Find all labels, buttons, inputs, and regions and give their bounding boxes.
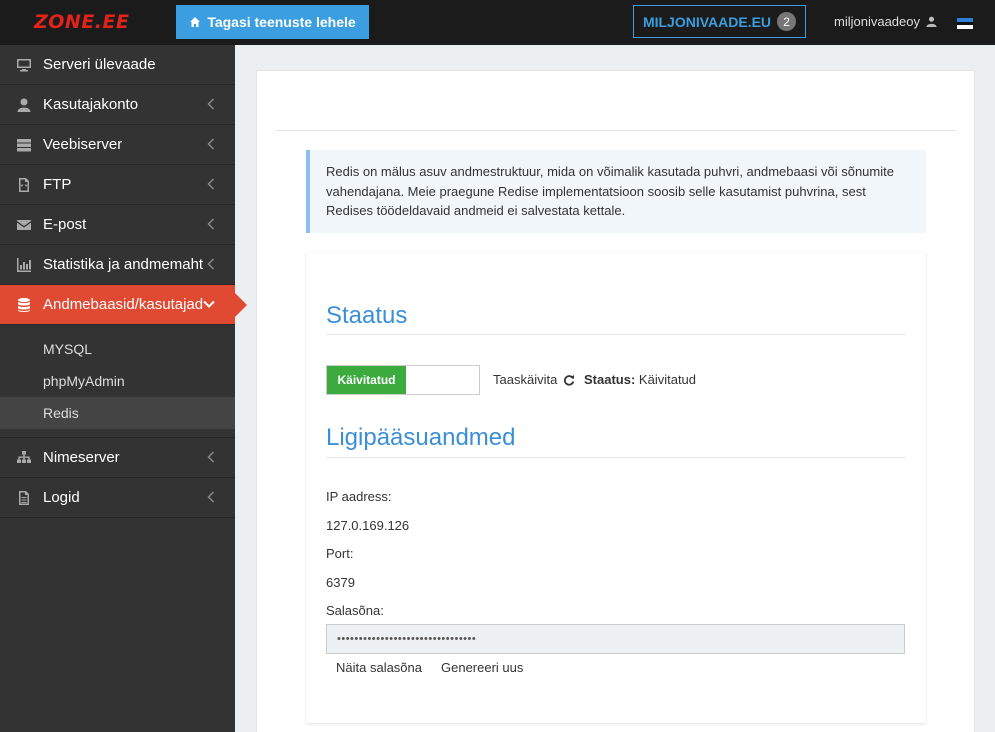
refresh-icon <box>564 374 575 386</box>
sidebar-item-label: Serveri ülevaade <box>43 56 156 73</box>
sidebar-item-label: Statistika ja andmemaht <box>43 256 204 273</box>
show-password-button[interactable]: Näita salasõna <box>336 660 422 675</box>
submenu-item-mysql[interactable]: MYSQL <box>0 333 235 365</box>
chevron-left-icon <box>207 491 215 503</box>
status-heading-line <box>326 334 906 335</box>
password-field[interactable]: •••••••••••••••••••••••••••••••• <box>326 624 905 654</box>
password-label: Salasõna: <box>326 603 384 618</box>
sidebar-item-databases[interactable]: Andmebaasid/kasutajad <box>0 285 247 325</box>
sidebar-item-ftp[interactable]: FTP <box>0 165 235 205</box>
sidebar-item-statistics[interactable]: Statistika ja andmemaht <box>0 245 235 285</box>
toggle-on-label: Käivitatud <box>327 366 406 394</box>
status-heading: Staatus <box>326 302 408 329</box>
submenu-item-phpmyadmin[interactable]: phpMyAdmin <box>0 365 235 397</box>
redis-status-toggle[interactable]: Käivitatud <box>326 365 480 395</box>
redis-info-box: Redis on mälus asuv andmestruktuur, mida… <box>306 150 926 233</box>
status-readout: Staatus: Käivitatud <box>584 372 696 387</box>
sitemap-icon <box>17 450 31 463</box>
chevron-left-icon <box>207 98 215 110</box>
username: miljonivaadeoy <box>834 14 920 29</box>
back-to-services-button[interactable]: Tagasi teenuste lehele <box>176 5 369 39</box>
sidebar-item-label: E-post <box>43 216 87 233</box>
sidebar-item-label: Veebiserver <box>43 136 123 153</box>
sidebar-item-server-overview[interactable]: Serveri ülevaade <box>0 45 235 85</box>
ip-value: 127.0.169.126 <box>326 518 410 533</box>
sidebar-item-label: Logid <box>43 489 80 506</box>
chevron-left-icon <box>207 258 215 270</box>
chevron-left-icon <box>207 178 215 190</box>
restart-button[interactable]: Taaskäivita <box>493 372 575 387</box>
user-menu[interactable]: miljonivaadeoy <box>834 14 937 29</box>
domain-selector-button[interactable]: MILJONIVAADE.EU 2 <box>633 5 806 38</box>
sidebar-item-label: FTP <box>43 176 72 193</box>
access-heading: Ligipääsuandmed <box>326 424 516 451</box>
sidebar-item-webserver[interactable]: Veebiserver <box>0 125 235 165</box>
ip-label: IP aadress: <box>326 489 392 504</box>
submenu-item-redis[interactable]: Redis <box>0 397 235 429</box>
status-key: Staatus: <box>584 372 636 387</box>
back-to-services-label: Tagasi teenuste lehele <box>207 14 356 30</box>
sidebar-item-nameserver[interactable]: Nimeserver <box>0 438 235 478</box>
bar-chart-icon <box>17 257 31 272</box>
domain-count-badge: 2 <box>777 12 797 31</box>
panel-divider <box>276 130 956 131</box>
code-file-icon <box>19 177 29 192</box>
estonian-flag-icon[interactable] <box>957 18 973 30</box>
chevron-down-icon <box>203 300 215 308</box>
sidebar-item-label: Nimeserver <box>43 449 120 466</box>
zone-logo[interactable]: ZONE.EE <box>34 11 130 33</box>
envelope-icon <box>17 219 31 230</box>
sidebar-item-logs[interactable]: Logid <box>0 478 235 518</box>
sidebar: Serveri ülevaade Kasutajakonto Veebiserv… <box>0 45 247 732</box>
document-icon <box>19 490 29 505</box>
server-icon <box>17 138 31 151</box>
database-icon <box>18 297 30 312</box>
sidebar-item-email[interactable]: E-post <box>0 205 235 245</box>
user-icon <box>926 16 937 27</box>
sidebar-item-account[interactable]: Kasutajakonto <box>0 85 235 125</box>
top-bar: ZONE.EE Tagasi teenuste lehele MILJONIVA… <box>0 0 995 45</box>
sidebar-item-label: Kasutajakonto <box>43 96 139 113</box>
status-value: Käivitatud <box>638 372 697 387</box>
port-label: Port: <box>326 546 354 561</box>
access-heading-line <box>326 457 906 458</box>
sidebar-item-label: Andmebaasid/kasutajad <box>43 296 204 313</box>
chevron-left-icon <box>207 451 215 463</box>
monitor-icon <box>17 58 31 71</box>
chevron-left-icon <box>207 138 215 150</box>
home-icon <box>190 17 201 27</box>
chevron-left-icon <box>207 218 215 230</box>
user-icon <box>17 98 31 112</box>
domain-label: MILJONIVAADE.EU <box>642 13 772 30</box>
port-value: 6379 <box>326 575 355 590</box>
generate-password-button[interactable]: Genereeri uus <box>441 660 523 675</box>
restart-label: Taaskäivita <box>493 372 558 387</box>
databases-submenu: MYSQL phpMyAdmin Redis <box>0 325 235 438</box>
